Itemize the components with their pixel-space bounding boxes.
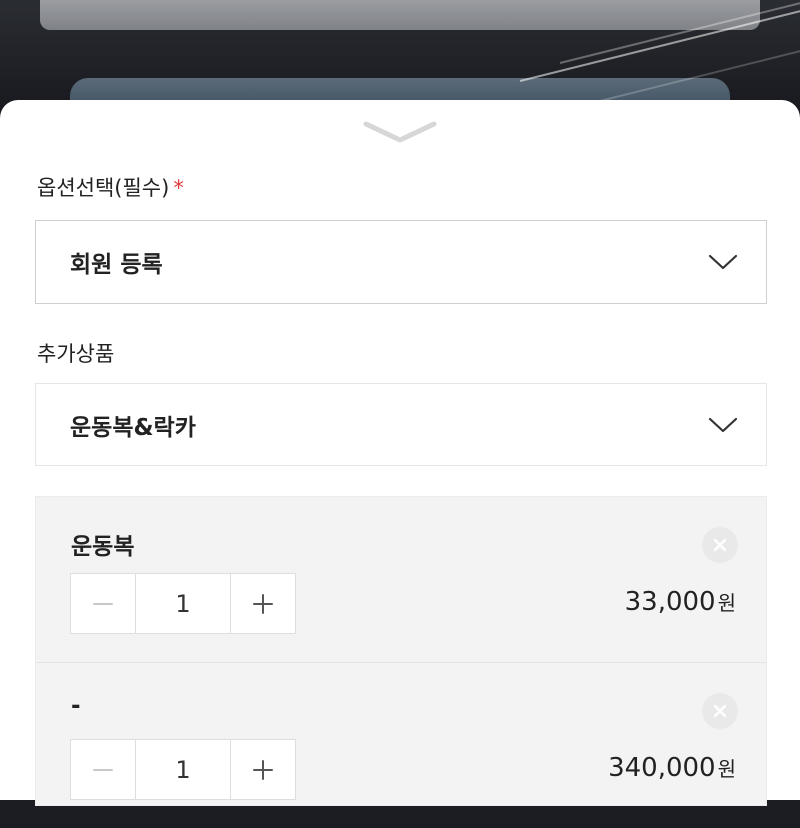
addon-select-dropdown[interactable]: 운동복&락카	[35, 383, 767, 466]
increment-button[interactable]	[231, 574, 295, 633]
sheet-collapse-handle[interactable]	[362, 118, 438, 148]
required-mark: *	[173, 176, 184, 200]
addon-select-label: 추가상품	[37, 342, 115, 366]
plus-icon	[252, 759, 273, 780]
remove-item-button[interactable]	[702, 527, 738, 563]
chevron-down-icon	[708, 417, 738, 432]
item-name: -	[71, 693, 81, 719]
quantity-stepper: 1	[70, 739, 296, 800]
item-price-amount: 33,000	[624, 587, 716, 617]
quantity-input[interactable]: 1	[135, 574, 231, 633]
decrement-button[interactable]	[71, 574, 135, 633]
banner-title-graphic	[40, 0, 760, 30]
item-name: 운동복	[71, 534, 135, 560]
close-icon[interactable]	[702, 527, 738, 563]
quantity-stepper: 1	[70, 573, 296, 634]
selected-items-panel: 운동복 1 33,000 원 - 1 340,000 원	[35, 496, 767, 806]
remove-item-button[interactable]	[702, 693, 738, 729]
plus-icon	[252, 593, 273, 614]
decrement-button[interactable]	[71, 740, 135, 799]
minus-icon	[93, 602, 114, 605]
option-select-dropdown[interactable]: 회원 등록	[35, 220, 767, 304]
chevron-down-icon[interactable]	[362, 118, 438, 148]
minus-icon	[93, 768, 114, 771]
item-price: 340,000 원	[608, 753, 736, 783]
selected-item: 운동복 1 33,000 원	[36, 497, 766, 662]
option-select-label-text: 옵션선택(필수)	[37, 176, 170, 200]
item-price: 33,000 원	[625, 587, 736, 617]
item-price-currency: 원	[717, 757, 736, 781]
quantity-input[interactable]: 1	[135, 740, 231, 799]
item-price-currency: 원	[717, 591, 736, 615]
option-select-label: 옵션선택(필수) *	[37, 172, 184, 202]
addon-selected-value: 운동복&락카	[70, 414, 196, 441]
option-selected-value: 회원 등록	[70, 252, 163, 278]
item-price-amount: 340,000	[608, 753, 716, 783]
increment-button[interactable]	[231, 740, 295, 799]
chevron-down-icon	[708, 254, 738, 270]
close-icon[interactable]	[702, 693, 738, 729]
selected-item: - 1 340,000 원	[36, 662, 766, 828]
